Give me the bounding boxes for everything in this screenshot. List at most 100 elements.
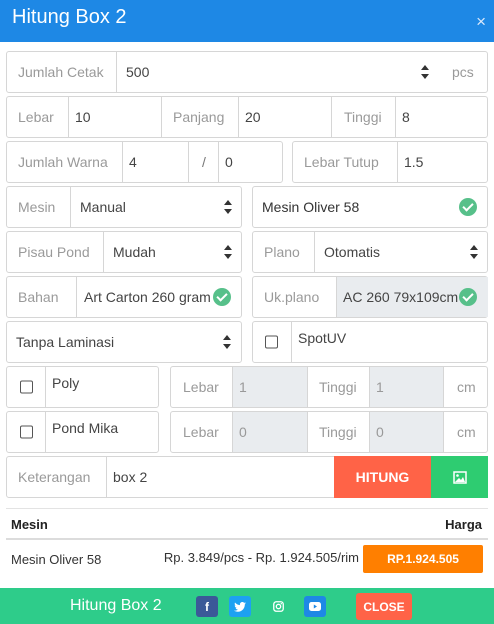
jumlah-warna-separator: / — [188, 142, 206, 182]
poly-size-group: Lebar 1 Tinggi 1 cm — [170, 366, 488, 408]
youtube-icon[interactable] — [304, 596, 326, 617]
spotuv-label-cell: SpotUV — [291, 322, 488, 362]
keterangan-value: box 2 — [113, 469, 148, 485]
dimension-group: Lebar 10 Panjang 20 Tinggi 8 — [6, 96, 488, 138]
pisau-pond-label: Pisau Pond — [18, 244, 90, 260]
pond-mika-tinggi-value: 0 — [376, 424, 384, 440]
results-header-harga: Harga — [445, 517, 482, 532]
poly-unit: cm — [443, 367, 476, 407]
instagram-icon[interactable] — [267, 596, 289, 617]
lebar-value: 10 — [75, 109, 91, 125]
hitung-button[interactable]: HITUNG — [334, 456, 431, 498]
poly-tinggi-label: Tinggi — [307, 367, 357, 407]
pond-mika-lebar-value: 0 — [239, 424, 247, 440]
jumlah-warna-input-2[interactable]: 0 — [218, 142, 283, 182]
uk-plano-label: Uk.plano — [264, 289, 320, 305]
jumlah-warna-input-1[interactable]: 4 — [122, 142, 188, 182]
panjang-value: 20 — [245, 109, 261, 125]
jumlah-cetak-group: Jumlah Cetak 500 pcs — [6, 51, 488, 93]
poly-group: Poly — [6, 366, 159, 408]
youtube-glyph-icon — [309, 602, 321, 611]
lebar-tutup-value: 1.5 — [404, 154, 424, 170]
jumlah-warna-label: Jumlah Warna — [18, 154, 108, 170]
plano-group: Plano Otomatis — [252, 231, 488, 273]
bahan-label: Bahan — [18, 289, 59, 305]
lebar-tutup-input[interactable]: 1.5 — [397, 142, 488, 182]
poly-tinggi-value: 1 — [376, 379, 384, 395]
twitter-icon[interactable] — [229, 596, 251, 617]
result-detail: Rp. 3.849/pcs - Rp. 1.924.505/rim — [163, 550, 359, 565]
poly-tinggi-input: 1 — [369, 367, 443, 407]
pond-mika-lebar-input: 0 — [232, 412, 307, 452]
poly-lebar-label: Lebar — [183, 379, 219, 395]
lebar-tutup-label: Lebar Tutup — [304, 154, 379, 170]
mesin-group: Mesin Manual — [6, 186, 242, 228]
modal-footer: Hitung Box 2 f CLOSE — [0, 588, 494, 624]
jumlah-warna-value-2: 0 — [225, 154, 233, 170]
laminasi-select[interactable]: Tanpa Laminasi — [6, 321, 242, 363]
spotuv-checkbox[interactable] — [265, 335, 278, 349]
jumlah-cetak-select[interactable]: 500 — [116, 52, 441, 92]
tinggi-value: 8 — [402, 109, 410, 125]
modal-title: Hitung Box 2 — [12, 6, 127, 28]
laminasi-cell: Tanpa Laminasi — [7, 322, 241, 362]
lebar-input[interactable]: 10 — [68, 97, 161, 137]
facebook-icon[interactable]: f — [196, 596, 218, 617]
keterangan-input[interactable]: box 2 — [106, 457, 334, 497]
tinggi-input[interactable]: 8 — [395, 97, 488, 137]
results-header-mesin: Mesin — [11, 517, 48, 532]
price-button[interactable]: RP.1.924.505 — [363, 545, 483, 573]
check-circle-icon — [459, 288, 477, 306]
pond-mika-label: Pond Mika — [52, 420, 119, 436]
check-circle-icon — [459, 198, 477, 216]
mesin-machine-select[interactable]: Mesin Oliver 58 — [252, 186, 488, 228]
close-icon[interactable]: × — [476, 12, 486, 32]
jumlah-cetak-value: 500 — [126, 64, 150, 80]
image-icon — [452, 470, 467, 484]
chevron-updown-icon — [224, 245, 232, 259]
jumlah-cetak-unit: pcs — [452, 64, 474, 80]
chevron-updown-icon — [224, 200, 232, 214]
plano-value: Otomatis — [324, 244, 381, 260]
panjang-label: Panjang — [161, 97, 224, 137]
lebar-tutup-group: Lebar Tutup 1.5 — [292, 141, 488, 183]
jumlah-warna-group: Jumlah Warna 4 / 0 — [6, 141, 283, 183]
mesin-machine-cell: Mesin Oliver 58 — [253, 187, 487, 227]
poly-checkbox[interactable] — [20, 380, 33, 394]
pond-mika-tinggi-input: 0 — [369, 412, 443, 452]
pisau-pond-value: Mudah — [113, 244, 156, 260]
mesin-machine-value: Mesin Oliver 58 — [262, 199, 360, 215]
instagram-glyph-icon — [272, 601, 284, 612]
bahan-value: Art Carton 260 gram — [84, 289, 211, 305]
pond-mika-label-cell: Pond Mika — [45, 412, 159, 452]
price-label: RP.1.924.505 — [387, 552, 459, 566]
modal-header: Hitung Box 2 × — [0, 0, 494, 42]
pond-mika-group: Pond Mika — [6, 411, 159, 453]
poly-label-cell: Poly — [45, 367, 159, 407]
hitung-label: HITUNG — [355, 469, 410, 485]
results-divider — [6, 508, 488, 509]
laminasi-value: Tanpa Laminasi — [16, 334, 115, 350]
spotuv-group: SpotUV — [252, 321, 488, 363]
tinggi-label: Tinggi — [331, 97, 382, 137]
pond-mika-lebar-label: Lebar — [183, 424, 219, 440]
panjang-input[interactable]: 20 — [238, 97, 331, 137]
image-button[interactable] — [431, 456, 488, 498]
pisau-pond-select[interactable]: Mudah — [103, 232, 242, 272]
poly-lebar-input: 1 — [232, 367, 307, 407]
mesin-value: Manual — [80, 199, 126, 215]
pond-mika-tinggi-label: Tinggi — [307, 412, 357, 452]
poly-label: Poly — [52, 375, 80, 391]
jumlah-warna-value-1: 4 — [129, 154, 137, 170]
close-label: CLOSE — [363, 599, 405, 614]
jumlah-cetak-label: Jumlah Cetak — [18, 64, 104, 80]
plano-select[interactable]: Otomatis — [314, 232, 488, 272]
result-mesin: Mesin Oliver 58 — [11, 552, 102, 567]
pond-mika-unit: cm — [443, 412, 476, 452]
mesin-select[interactable]: Manual — [70, 187, 242, 227]
mesin-label: Mesin — [18, 199, 56, 215]
pond-mika-checkbox[interactable] — [20, 425, 33, 439]
chevron-updown-icon — [421, 65, 429, 79]
close-button[interactable]: CLOSE — [356, 593, 412, 620]
table-row: Mesin Oliver 58 Rp. 3.849/pcs - Rp. 1.92… — [6, 540, 488, 580]
